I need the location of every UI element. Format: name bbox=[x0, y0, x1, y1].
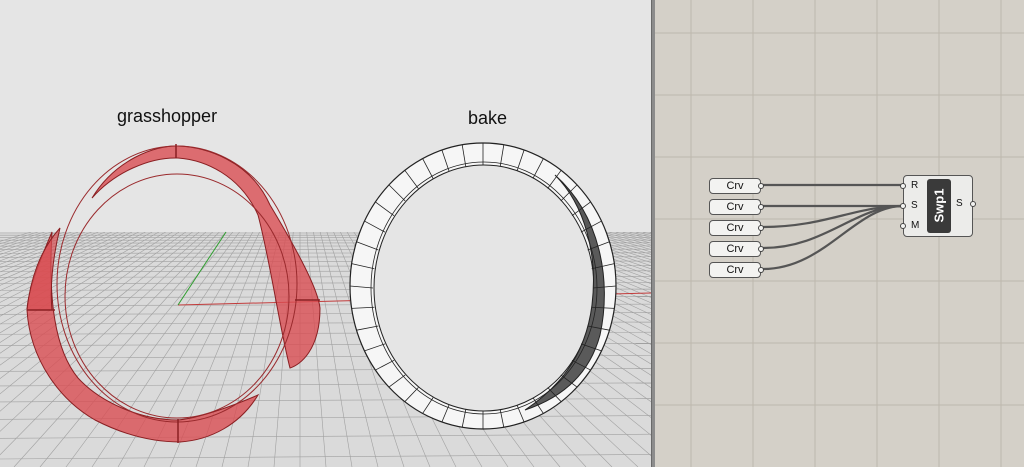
curve-param-label: Crv bbox=[726, 243, 744, 255]
curve-param-rail[interactable]: Crv bbox=[709, 178, 764, 194]
grasshopper-canvas[interactable]: Crv Crv Crv Crv Crv R S M Swp1 S bbox=[655, 0, 1024, 467]
input-label-sections: S bbox=[911, 200, 918, 211]
curve-param-label: Crv bbox=[726, 264, 744, 276]
output-port-surface[interactable] bbox=[970, 201, 976, 207]
baked-sweep bbox=[349, 142, 617, 430]
input-port-rail[interactable] bbox=[900, 183, 906, 189]
viewport-scene bbox=[0, 142, 651, 467]
curve-param-label: Crv bbox=[726, 201, 744, 213]
sweep1-component[interactable]: R S M Swp1 S bbox=[900, 175, 976, 237]
grasshopper-label: grasshopper bbox=[117, 106, 218, 126]
component-name: Swp1 bbox=[931, 188, 947, 223]
input-port-miter[interactable] bbox=[900, 223, 906, 229]
bake-label: bake bbox=[468, 108, 508, 128]
curve-param-label: Crv bbox=[726, 222, 744, 234]
wires bbox=[762, 183, 904, 271]
input-label-miter: M bbox=[911, 220, 920, 231]
input-label-rail: R bbox=[911, 180, 919, 191]
output-port[interactable] bbox=[758, 183, 764, 189]
curve-param-section-4[interactable]: Crv bbox=[709, 262, 764, 278]
output-port[interactable] bbox=[758, 246, 764, 252]
output-port[interactable] bbox=[758, 225, 764, 231]
output-port[interactable] bbox=[758, 267, 764, 273]
wire-section-4 bbox=[762, 204, 904, 271]
rhino-viewport[interactable]: grasshopper bake bbox=[0, 0, 651, 467]
component-name-block: Swp1 bbox=[927, 179, 951, 233]
output-label-surface: S bbox=[956, 198, 963, 209]
curve-param-section-1[interactable]: Crv bbox=[709, 199, 764, 215]
input-port-sections[interactable] bbox=[900, 203, 906, 209]
curve-param-label: Crv bbox=[726, 180, 744, 192]
curve-param-section-2[interactable]: Crv bbox=[709, 220, 764, 236]
curve-param-section-3[interactable]: Crv bbox=[709, 241, 764, 257]
output-port[interactable] bbox=[758, 204, 764, 210]
